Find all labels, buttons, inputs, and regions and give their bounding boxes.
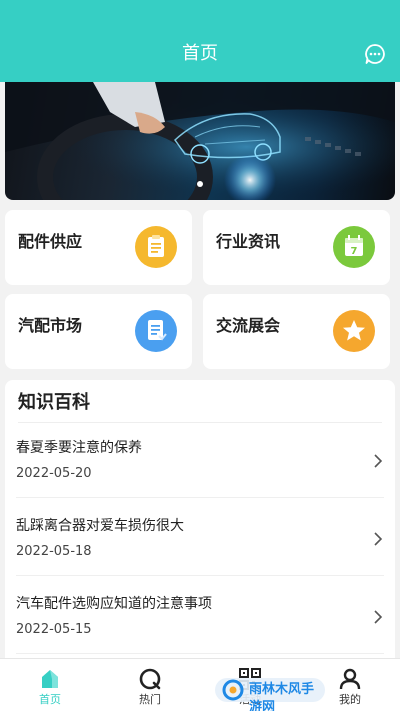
home-icon <box>42 670 58 688</box>
page-title: 首页 <box>182 43 218 64</box>
svg-text:7: 7 <box>351 246 358 257</box>
chevron-right-icon <box>374 532 383 546</box>
card-label: 汽配市场 <box>18 316 83 335</box>
article-item[interactable]: 春夏季要注意的保养 2022-05-20 <box>5 439 395 517</box>
document-icon <box>135 310 177 352</box>
card-label: 交流展会 <box>216 316 281 335</box>
article-title: 乱踩离合器对爱车损伤很大 <box>16 518 184 534</box>
carousel-indicator[interactable] <box>197 181 203 187</box>
watermark-text: 雨林木风手游网 <box>249 682 315 711</box>
article-date: 2022-05-18 <box>16 544 92 559</box>
section-title: 知识百科 <box>18 392 90 413</box>
divider <box>16 653 384 654</box>
divider <box>18 422 382 423</box>
user-icon <box>339 668 361 690</box>
divider <box>16 575 384 576</box>
chat-icon[interactable] <box>364 43 386 65</box>
search-icon <box>139 668 161 690</box>
watermark-logo: 雨林木风手游网 <box>215 678 325 711</box>
article-title: 汽车配件选购应知道的注意事项 <box>16 596 212 612</box>
card-parts-supply[interactable]: 配件供应 <box>5 210 192 285</box>
article-date: 2022-05-20 <box>16 466 92 481</box>
card-label: 配件供应 <box>18 232 83 251</box>
article-item[interactable]: 乱踩离合器对爱车损伤很大 2022-05-18 <box>5 517 395 595</box>
article-title: 春夏季要注意的保养 <box>16 440 142 456</box>
card-auto-parts-market[interactable]: 汽配市场 <box>5 294 192 369</box>
chevron-right-icon <box>374 454 383 468</box>
knowledge-section: 知识百科 春夏季要注意的保养 2022-05-20 乱踩离合器对爱车损伤很大 2… <box>5 380 395 670</box>
watermark-icon <box>222 679 244 701</box>
star-icon <box>333 310 375 352</box>
tab-label: 首页 <box>39 693 61 706</box>
tab-label: 热门 <box>139 693 161 706</box>
tab-home[interactable]: 首页 <box>10 659 90 711</box>
article-date: 2022-05-15 <box>16 622 92 637</box>
card-industry-news[interactable]: 行业资讯 7 <box>203 210 390 285</box>
chevron-right-icon <box>374 610 383 624</box>
bottom-tab-bar: 首页 热门 活动 我的 <box>0 658 400 711</box>
calendar-icon: 7 <box>333 226 375 268</box>
card-exhibitions[interactable]: 交流展会 <box>203 294 390 369</box>
divider <box>16 497 384 498</box>
notepad-icon <box>135 226 177 268</box>
top-bar: 首页 <box>0 0 400 82</box>
tab-hot[interactable]: 热门 <box>110 659 190 711</box>
card-label: 行业资讯 <box>216 232 281 251</box>
